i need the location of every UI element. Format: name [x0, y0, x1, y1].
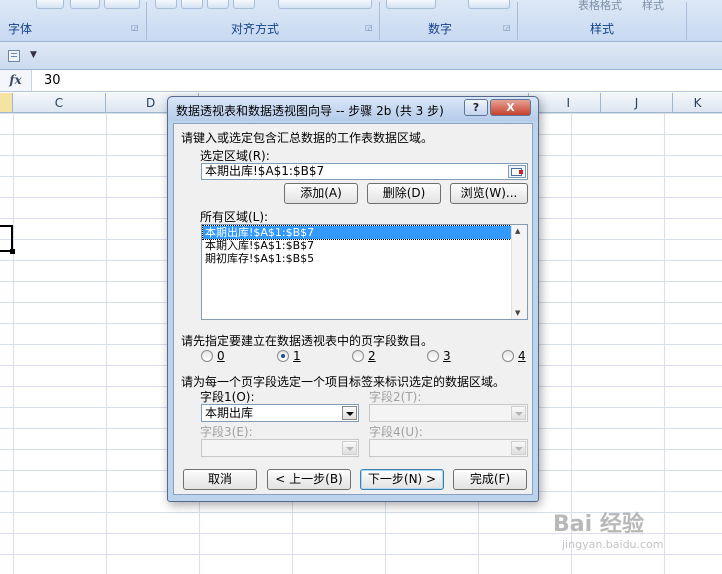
cell-styles-label[interactable]: 样式: [642, 0, 664, 13]
dialog-body: 请键入或选定包含汇总数据的工作表数据区域。 选定区域(R): 本期出库!$A$1…: [173, 123, 533, 495]
ribbon-control[interactable]: [155, 0, 177, 9]
browse-button[interactable]: 浏览(W)...: [450, 183, 528, 204]
list-item[interactable]: 本期入库!$A$1:$B$7: [203, 239, 521, 252]
ribbon-control[interactable]: [207, 0, 229, 9]
ribbon-control[interactable]: [181, 0, 203, 9]
ribbon-control[interactable]: [104, 0, 140, 9]
scroll-up-icon[interactable]: ▲: [515, 227, 520, 235]
field4-label: 字段4(U):: [369, 425, 423, 439]
list-item[interactable]: 期初库存!$A$1:$B$5: [203, 252, 521, 265]
finish-button[interactable]: 完成(F): [453, 469, 527, 490]
range-input[interactable]: 本期出库!$A$1:$B$7: [201, 163, 528, 180]
chevron-down-icon[interactable]: [511, 406, 526, 420]
ribbon-separator: [686, 2, 687, 40]
radio-icon[interactable]: [427, 350, 439, 362]
help-button[interactable]: ?: [464, 99, 488, 116]
dialog-launcher-icon[interactable]: ◲: [131, 23, 139, 32]
ribbon-control[interactable]: [36, 0, 64, 9]
radio-label: 1: [293, 349, 301, 363]
collapse-dialog-icon[interactable]: [508, 165, 526, 178]
list-scrollbar[interactable]: ▲ ▼: [511, 225, 527, 319]
cancel-button[interactable]: 取消: [183, 469, 257, 490]
ribbon-control[interactable]: [70, 0, 100, 9]
ribbon-control[interactable]: [386, 0, 436, 9]
field2-combo[interactable]: [369, 404, 528, 422]
baidu-watermark: Bai 经验: [553, 512, 644, 537]
pivot-wizard-dialog: 数据透视表和数据透视图向导 -- 步骤 2b (共 3 步) ? X 请键入或选…: [167, 96, 539, 502]
radio-label: 2: [368, 349, 376, 363]
format-as-table-label[interactable]: 表格格式: [578, 0, 622, 13]
ribbon-control[interactable]: [278, 0, 372, 9]
radio-label: 3: [443, 349, 451, 363]
column-header-k[interactable]: K: [673, 93, 722, 113]
watermark-url: jingyan.baidu.com: [562, 538, 664, 551]
radio-icon[interactable]: [201, 350, 213, 362]
ribbon-separator: [379, 2, 380, 40]
all-ranges-list[interactable]: 本期出库!$A$1:$B$7 本期入库!$A$1:$B$7 期初库存!$A$1:…: [201, 224, 528, 320]
ribbon-control[interactable]: [468, 0, 510, 9]
instruction-text: 请键入或选定包含汇总数据的工作表数据区域。: [181, 131, 434, 145]
ribbon: 表格格式 样式 字体 ◲ 对齐方式 ◲ 数字 ◲ 样式: [0, 0, 722, 42]
ribbon-separator: [517, 2, 518, 40]
page-field-prompt: 请先指定要建立在数据透视表中的页字段数目。: [181, 334, 434, 348]
field4-combo[interactable]: [369, 439, 528, 457]
field3-label: 字段3(E):: [200, 425, 253, 439]
fx-icon[interactable]: fx: [0, 70, 32, 91]
back-button[interactable]: < 上一步(B): [267, 469, 351, 490]
close-button[interactable]: X: [490, 99, 531, 116]
ribbon-group-alignment: 对齐方式: [230, 22, 279, 36]
column-header-partial[interactable]: [0, 93, 13, 113]
add-button[interactable]: 添加(A): [284, 183, 358, 204]
ribbon-group-number: 数字: [427, 22, 452, 36]
dialog-launcher-icon[interactable]: ◲: [365, 23, 373, 32]
field1-label: 字段1(O):: [200, 390, 255, 404]
customize-dropdown-icon[interactable]: ▼: [30, 50, 37, 60]
dialog-launcher-icon[interactable]: ◲: [503, 23, 511, 32]
radio-label: 4: [518, 349, 526, 363]
all-ranges-label: 所有区域(L):: [200, 210, 269, 224]
scroll-down-icon[interactable]: ▼: [515, 309, 520, 317]
ribbon-group-font: 字体: [7, 22, 32, 36]
chevron-down-icon[interactable]: [342, 441, 357, 455]
delete-button[interactable]: 删除(D): [367, 183, 441, 204]
column-header-j[interactable]: J: [601, 93, 673, 113]
chevron-down-icon[interactable]: [342, 406, 357, 420]
next-button[interactable]: 下一步(N) >: [360, 469, 444, 490]
quick-access-toolbar: ▼: [0, 42, 722, 70]
column-header-c[interactable]: C: [13, 93, 106, 113]
range-label: 选定区域(R):: [200, 149, 270, 163]
form-icon[interactable]: [8, 50, 20, 62]
formula-input[interactable]: 30: [44, 73, 61, 88]
chevron-down-icon[interactable]: [511, 441, 526, 455]
dialog-titlebar[interactable]: 数据透视表和数据透视图向导 -- 步骤 2b (共 3 步) ? X: [168, 97, 538, 121]
field3-combo[interactable]: [201, 439, 359, 457]
formula-bar: fx 30: [0, 70, 722, 92]
ribbon-control[interactable]: [233, 0, 255, 9]
radio-label: 0: [217, 349, 225, 363]
list-item[interactable]: 本期出库!$A$1:$B$7: [202, 225, 522, 240]
range-input-value: 本期出库!$A$1:$B$7: [205, 164, 325, 178]
ribbon-separator: [146, 2, 147, 40]
ribbon-group-styles: 样式: [589, 22, 614, 36]
radio-icon[interactable]: [352, 350, 364, 362]
field2-label: 字段2(T):: [369, 390, 422, 404]
field1-value: 本期出库: [205, 406, 254, 420]
radio-icon[interactable]: [502, 350, 514, 362]
radio-selected-icon[interactable]: [277, 350, 289, 362]
column-header-i[interactable]: I: [529, 93, 601, 113]
active-cell[interactable]: [0, 225, 15, 254]
field1-combo[interactable]: 本期出库: [201, 404, 359, 422]
dialog-title: 数据透视表和数据透视图向导 -- 步骤 2b (共 3 步): [176, 104, 444, 118]
